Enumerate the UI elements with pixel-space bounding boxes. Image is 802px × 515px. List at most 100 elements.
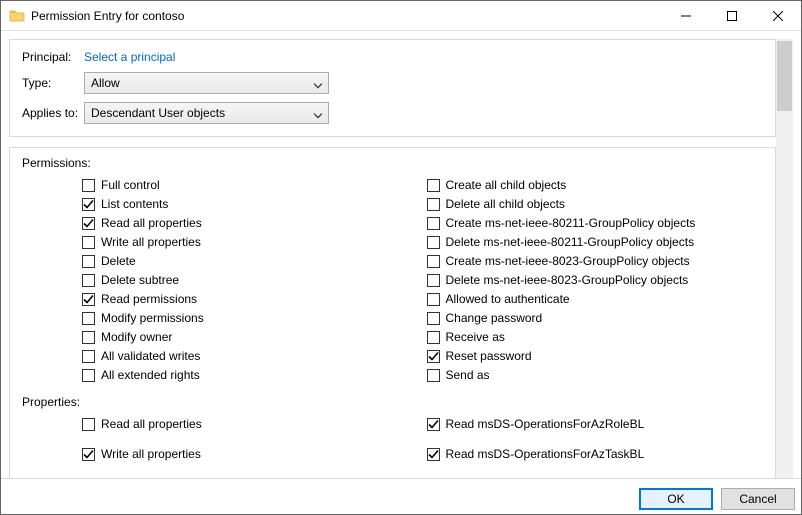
permission-checkbox[interactable]: Delete ms-net-ieee-8023-GroupPolicy obje…	[427, 271, 764, 289]
scrollbar-thumb[interactable]	[777, 41, 792, 111]
checkbox-label: Read msDS-OperationsForAzRoleBL	[446, 417, 645, 431]
permission-checkbox[interactable]: Read all properties	[82, 214, 419, 232]
applies-to-label: Applies to:	[22, 106, 84, 120]
maximize-button[interactable]	[709, 1, 755, 30]
checkbox-icon	[427, 274, 440, 287]
checkbox-label: All validated writes	[101, 349, 200, 363]
window-title: Permission Entry for contoso	[31, 8, 663, 23]
checkbox-label: Read all properties	[101, 216, 202, 230]
checkbox-label: Delete	[101, 254, 136, 268]
checkbox-label: Modify permissions	[101, 311, 204, 325]
checkbox-label: Reset password	[446, 349, 532, 363]
checkbox-icon	[82, 217, 95, 230]
checkbox-icon	[82, 369, 95, 382]
checkbox-icon	[82, 274, 95, 287]
checkbox-label: Modify owner	[101, 330, 172, 344]
checkbox-icon	[427, 448, 440, 461]
property-checkbox[interactable]: Read msDS-OperationsForAzTaskBL	[427, 445, 764, 463]
checkbox-label: Delete subtree	[101, 273, 179, 287]
checkbox-icon	[427, 312, 440, 325]
permission-checkbox[interactable]: List contents	[82, 195, 419, 213]
ok-button[interactable]: OK	[639, 488, 713, 510]
vertical-scrollbar[interactable]	[776, 39, 793, 478]
checkbox-label: Delete all child objects	[446, 197, 565, 211]
property-checkbox[interactable]: Read all properties	[82, 415, 419, 433]
checkbox-label: List contents	[101, 197, 168, 211]
checkbox-icon	[82, 236, 95, 249]
checkbox-icon	[427, 179, 440, 192]
checkbox-label: Read msDS-OperationsForAzTaskBL	[446, 447, 645, 461]
checkbox-icon	[82, 179, 95, 192]
permission-checkbox[interactable]: Send as	[427, 366, 764, 384]
checkbox-icon	[82, 293, 95, 306]
type-select[interactable]: Allow	[84, 72, 329, 94]
checkbox-icon	[427, 255, 440, 268]
permission-checkbox[interactable]: All validated writes	[82, 347, 419, 365]
checkbox-icon	[427, 236, 440, 249]
checkbox-icon	[427, 198, 440, 211]
checkbox-icon	[427, 331, 440, 344]
checkbox-icon	[82, 198, 95, 211]
type-label: Type:	[22, 76, 84, 90]
checkbox-label: Send as	[446, 368, 490, 382]
dialog-footer: OK Cancel	[1, 478, 801, 514]
property-checkbox[interactable]: Write all properties	[82, 445, 419, 463]
permission-checkbox[interactable]: Allowed to authenticate	[427, 290, 764, 308]
permission-checkbox[interactable]: Delete subtree	[82, 271, 419, 289]
permission-checkbox[interactable]: Receive as	[427, 328, 764, 346]
checkbox-icon	[427, 217, 440, 230]
permission-checkbox[interactable]: Create ms-net-ieee-8023-GroupPolicy obje…	[427, 252, 764, 270]
checkbox-icon	[427, 350, 440, 363]
checkbox-label: Full control	[101, 178, 160, 192]
permission-checkbox[interactable]: Write all properties	[82, 233, 419, 251]
properties-heading: Properties:	[22, 395, 763, 409]
checkbox-icon	[82, 418, 95, 431]
permission-checkbox[interactable]: Delete ms-net-ieee-80211-GroupPolicy obj…	[427, 233, 764, 251]
checkbox-icon	[82, 448, 95, 461]
permission-checkbox[interactable]: Create ms-net-ieee-80211-GroupPolicy obj…	[427, 214, 764, 232]
checkbox-label: Read all properties	[101, 417, 202, 431]
checkbox-icon	[82, 255, 95, 268]
permissions-heading: Permissions:	[22, 156, 763, 170]
permissions-panel: Permissions: Full control List contents Re…	[9, 147, 776, 478]
permission-checkbox[interactable]: Modify permissions	[82, 309, 419, 327]
applies-to-select-value: Descendant User objects	[91, 106, 225, 120]
permission-checkbox[interactable]: Modify owner	[82, 328, 419, 346]
checkbox-icon	[82, 331, 95, 344]
permission-checkbox[interactable]: Read permissions	[82, 290, 419, 308]
checkbox-label: Create ms-net-ieee-8023-GroupPolicy obje…	[446, 254, 690, 268]
permission-checkbox[interactable]: Delete all child objects	[427, 195, 764, 213]
cancel-button[interactable]: Cancel	[721, 488, 795, 510]
checkbox-icon	[427, 418, 440, 431]
titlebar: Permission Entry for contoso	[1, 1, 801, 31]
checkbox-icon	[427, 293, 440, 306]
permission-checkbox[interactable]: Full control	[82, 176, 419, 194]
property-checkbox[interactable]: Read msDS-OperationsForAzRoleBL	[427, 415, 764, 433]
checkbox-icon	[427, 369, 440, 382]
select-principal-link[interactable]: Select a principal	[84, 50, 175, 64]
permission-checkbox[interactable]: All extended rights	[82, 366, 419, 384]
chevron-down-icon	[314, 79, 322, 87]
permission-checkbox[interactable]: Change password	[427, 309, 764, 327]
checkbox-icon	[82, 350, 95, 363]
checkbox-label: Change password	[446, 311, 543, 325]
permission-checkbox[interactable]: Create all child objects	[427, 176, 764, 194]
chevron-down-icon	[314, 109, 322, 117]
checkbox-icon	[82, 312, 95, 325]
applies-to-select[interactable]: Descendant User objects	[84, 102, 329, 124]
minimize-button[interactable]	[663, 1, 709, 30]
checkbox-label: Receive as	[446, 330, 505, 344]
permission-checkbox[interactable]: Delete	[82, 252, 419, 270]
type-select-value: Allow	[91, 76, 120, 90]
checkbox-label: Write all properties	[101, 235, 201, 249]
permission-checkbox[interactable]: Reset password	[427, 347, 764, 365]
folder-icon	[9, 8, 25, 24]
checkbox-label: All extended rights	[101, 368, 200, 382]
checkbox-label: Delete ms-net-ieee-8023-GroupPolicy obje…	[446, 273, 689, 287]
checkbox-label: Write all properties	[101, 447, 201, 461]
checkbox-label: Create all child objects	[446, 178, 567, 192]
checkbox-label: Read permissions	[101, 292, 197, 306]
checkbox-label: Delete ms-net-ieee-80211-GroupPolicy obj…	[446, 235, 695, 249]
close-button[interactable]	[755, 1, 801, 30]
principal-panel: Principal: Select a principal Type: Allo…	[9, 39, 776, 137]
